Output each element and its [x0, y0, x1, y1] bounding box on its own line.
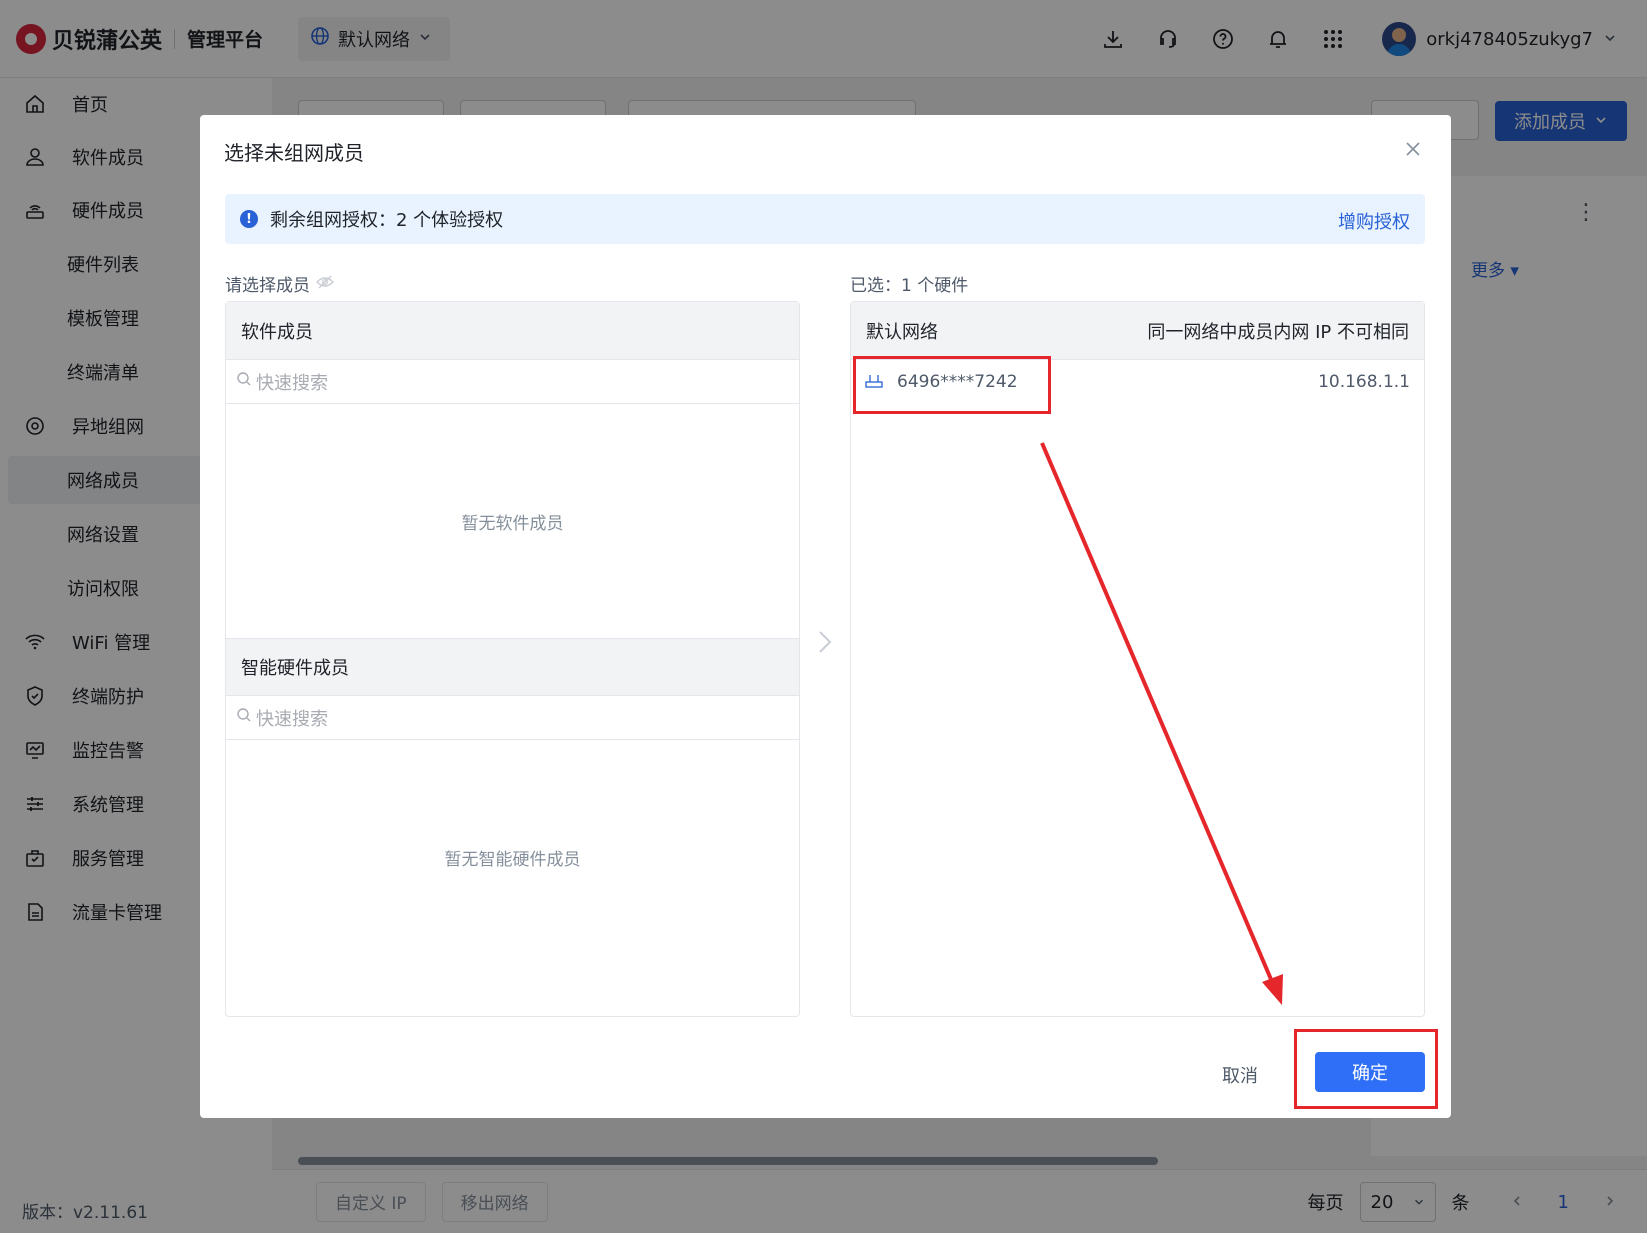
hardware-members-header: 智能硬件成员: [226, 638, 799, 696]
buy-license-link[interactable]: 增购授权: [1338, 208, 1410, 234]
select-members-label: 请选择成员: [225, 271, 334, 296]
hardware-search-input[interactable]: 快速搜索: [226, 696, 799, 740]
transfer-right-icon[interactable]: [810, 627, 840, 657]
software-empty-state: 暂无软件成员: [461, 513, 564, 534]
software-members-header: 软件成员: [226, 302, 799, 360]
search-icon: [236, 371, 252, 392]
confirm-highlight-box: [1294, 1029, 1438, 1109]
license-notice-text: 剩余组网授权：2 个体验授权: [270, 210, 504, 231]
member-source-panel: 软件成员 快速搜索 暂无软件成员 智能硬件成员 快速搜索 暂无智能硬件成员: [225, 301, 800, 1017]
hardware-empty-state: 暂无智能硬件成员: [444, 849, 581, 870]
close-icon[interactable]: [1399, 135, 1427, 163]
search-placeholder: 快速搜索: [256, 372, 328, 394]
selected-panel-header: 默认网络 同一网络中成员内网 IP 不可相同: [851, 302, 1424, 360]
dialog-title: 选择未组网成员: [224, 141, 364, 165]
select-members-dialog: 选择未组网成员 ! 剩余组网授权：2 个体验授权 增购授权 请选择成员 已选：1…: [200, 115, 1451, 1118]
select-members-label-text: 请选择成员: [225, 276, 310, 296]
eye-off-icon[interactable]: [316, 274, 334, 294]
info-icon: !: [240, 210, 258, 228]
ip-unique-hint: 同一网络中成员内网 IP 不可相同: [1147, 321, 1409, 343]
device-highlight-box: [853, 356, 1051, 414]
selected-network-name: 默认网络: [866, 321, 938, 343]
license-notice: ! 剩余组网授权：2 个体验授权 增购授权: [225, 194, 1425, 244]
software-search-input[interactable]: 快速搜索: [226, 360, 799, 404]
cancel-button[interactable]: 取消: [1222, 1062, 1258, 1088]
selected-count-label: 已选：1 个硬件: [850, 276, 969, 296]
search-placeholder: 快速搜索: [256, 708, 328, 730]
device-ip: 10.168.1.1: [1318, 372, 1410, 392]
search-icon: [236, 707, 252, 728]
